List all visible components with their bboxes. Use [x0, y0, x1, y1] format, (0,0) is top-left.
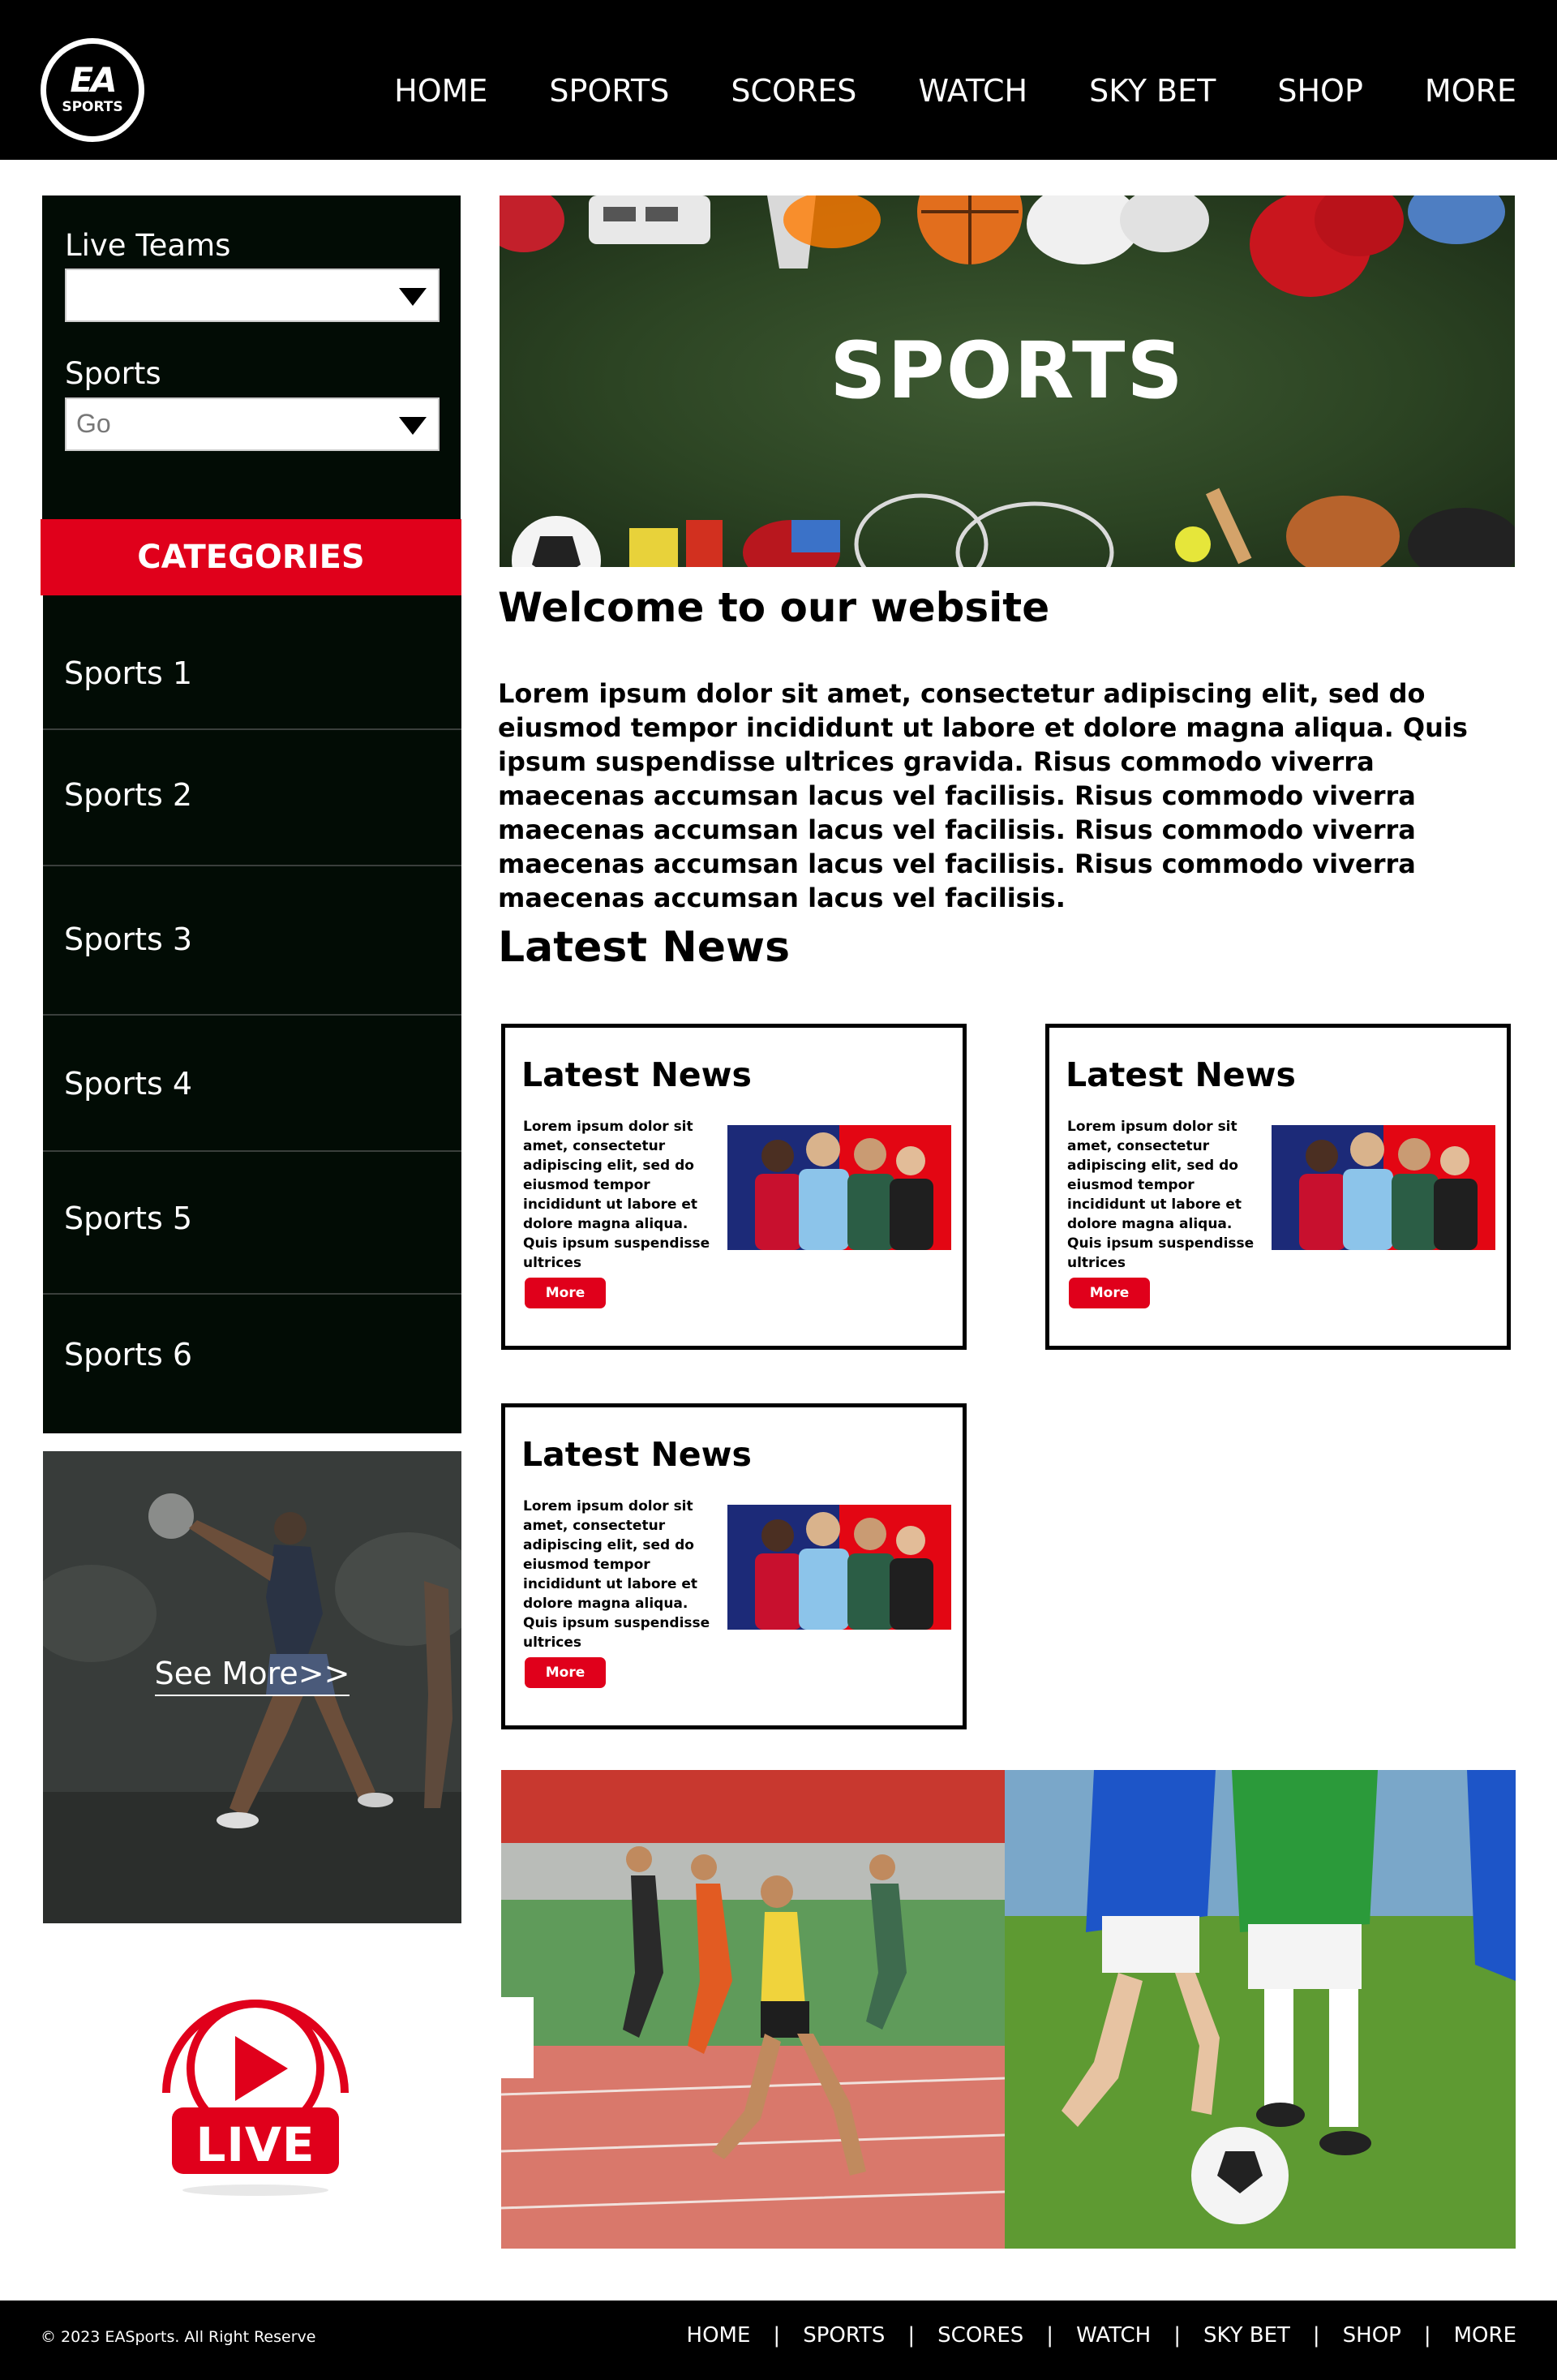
welcome-paragraph: Lorem ipsum dolor sit amet, consectetur …	[498, 678, 1468, 913]
category-label: Sports 1	[64, 655, 193, 691]
footer-nav-home[interactable]: HOME	[687, 2323, 751, 2348]
footer-nav-more[interactable]: MORE	[1454, 2323, 1516, 2348]
nav-home[interactable]: HOME	[394, 73, 487, 114]
news-card-title: Latest News	[521, 1435, 752, 1474]
news-card-text: Lorem ipsum dolor sit amet, consectetur …	[523, 1119, 710, 1271]
footer-nav-divider: |	[907, 2323, 916, 2348]
netball-promo-card[interactable]: See More>>	[43, 1451, 461, 1923]
copyright-text: © 2023 EASports. All Right Reserve	[41, 2328, 316, 2346]
news-more-button[interactable]: More	[1069, 1278, 1150, 1308]
footer-nav-watch[interactable]: WATCH	[1076, 2323, 1151, 2348]
news-more-button[interactable]: More	[525, 1278, 606, 1308]
nav-sky-bet[interactable]: SKY BET	[1089, 73, 1216, 114]
news-card: Latest News Lorem ipsum dolor sit amet, …	[1045, 1024, 1511, 1350]
news-card-image	[727, 1125, 951, 1250]
nav-shop[interactable]: SHOP	[1277, 73, 1363, 114]
news-card-text: Lorem ipsum dolor sit amet, consectetur …	[523, 1498, 710, 1651]
sports-label: Sports	[65, 356, 161, 391]
live-teams-select[interactable]	[65, 269, 440, 322]
see-more-link[interactable]: See More>>	[43, 1656, 461, 1696]
logo-text-sports: SPORTS	[62, 99, 123, 115]
footer-nav-sports[interactable]: SPORTS	[803, 2323, 885, 2348]
category-item-sports-2[interactable]: Sports 2	[43, 730, 461, 866]
category-item-sports-4[interactable]: Sports 4	[43, 1016, 461, 1152]
category-label: Sports 3	[64, 921, 193, 957]
news-card: Latest News Lorem ipsum dolor sit amet, …	[501, 1024, 967, 1350]
dropdown-arrow-icon	[399, 417, 427, 435]
live-stream-badge[interactable]: LIVE	[154, 1979, 357, 2198]
ea-sports-logo[interactable]: EA SPORTS	[41, 38, 144, 142]
live-badge-label: LIVE	[195, 2117, 315, 2172]
running-illustration	[501, 1770, 1005, 2249]
footer-nav-divider: |	[1423, 2323, 1431, 2348]
nav-more[interactable]: MORE	[1425, 73, 1516, 114]
category-label: Sports 6	[64, 1337, 193, 1373]
sports-select-value: Go	[76, 409, 111, 438]
nav-watch[interactable]: WATCH	[918, 73, 1027, 114]
category-item-sports-3[interactable]: Sports 3	[43, 866, 461, 1016]
footer-nav-divider: |	[1312, 2323, 1320, 2348]
footer-nav-shop[interactable]: SHOP	[1343, 2323, 1401, 2348]
soccer-illustration	[1005, 1770, 1516, 2249]
categories-title: CATEGORIES	[41, 519, 461, 595]
main-nav: HOME SPORTS SCORES WATCH SKY BET SHOP MO…	[332, 73, 1516, 114]
site-footer: © 2023 EASports. All Right Reserve HOME …	[0, 2301, 1557, 2380]
category-item-sports-1[interactable]: Sports 1	[43, 595, 461, 730]
news-card-title: Latest News	[521, 1055, 752, 1094]
see-more-label: See More>>	[154, 1656, 350, 1696]
footer-nav-sky-bet[interactable]: SKY BET	[1203, 2323, 1290, 2348]
nav-scores[interactable]: SCORES	[731, 73, 856, 114]
news-card-title: Latest News	[1066, 1055, 1296, 1094]
category-label: Sports 2	[64, 777, 193, 813]
hero-title: SPORTS	[830, 325, 1185, 416]
footer-nav-divider: |	[1173, 2323, 1181, 2348]
footer-nav-scores[interactable]: SCORES	[937, 2323, 1023, 2348]
site-header: EA SPORTS HOME SPORTS SCORES WATCH SKY B…	[0, 0, 1557, 160]
category-item-sports-6[interactable]: Sports 6	[43, 1295, 461, 1433]
news-card: Latest News Lorem ipsum dolor sit amet, …	[501, 1403, 967, 1729]
running-athletes-photo	[501, 1770, 1005, 2249]
news-card-image	[727, 1505, 951, 1630]
logo-text-ea: EA	[70, 60, 117, 100]
soccer-players-photo	[1005, 1770, 1516, 2249]
hero-banner: SPORTS	[500, 195, 1515, 567]
footer-nav-divider: |	[1046, 2323, 1054, 2348]
category-label: Sports 4	[64, 1066, 193, 1102]
category-item-sports-5[interactable]: Sports 5	[43, 1152, 461, 1295]
dropdown-arrow-icon	[399, 288, 427, 306]
live-teams-label: Live Teams	[65, 228, 231, 263]
welcome-heading: Welcome to our website	[498, 584, 1050, 631]
latest-news-heading: Latest News	[498, 923, 791, 972]
news-more-button[interactable]: More	[525, 1657, 606, 1688]
sidebar-filter-panel: Live Teams Sports Go	[42, 195, 461, 520]
news-card-text: Lorem ipsum dolor sit amet, consectetur …	[1067, 1119, 1255, 1271]
category-label: Sports 5	[64, 1201, 193, 1236]
nav-sports[interactable]: SPORTS	[549, 73, 669, 114]
footer-nav-divider: |	[773, 2323, 781, 2348]
footer-nav: HOME | SPORTS | SCORES | WATCH | SKY BET…	[687, 2323, 1516, 2348]
categories-list: Sports 1 Sports 2 Sports 3 Sports 4 Spor…	[43, 595, 461, 1433]
sports-select[interactable]: Go	[65, 397, 440, 451]
news-card-image	[1272, 1125, 1495, 1250]
